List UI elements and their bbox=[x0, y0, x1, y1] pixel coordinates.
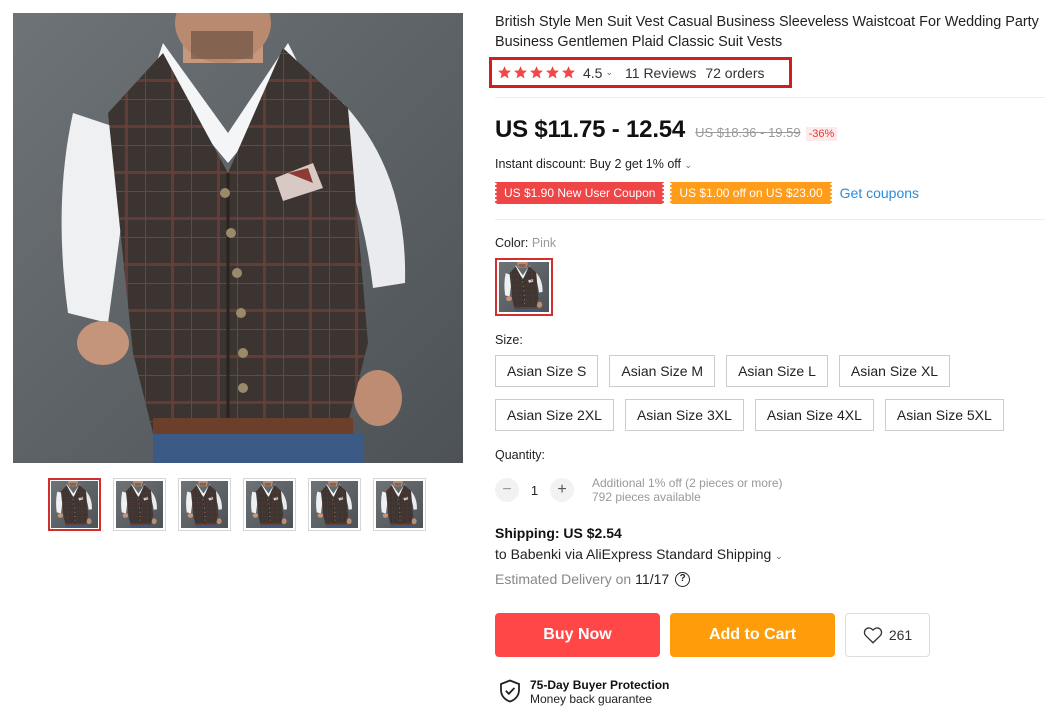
discount-badge: -36% bbox=[805, 127, 838, 141]
instant-discount-label: Instant discount: Buy 2 get 1% off bbox=[495, 157, 681, 171]
original-price: US $18.36 - 19.59 bbox=[695, 125, 801, 140]
estimated-delivery: Estimated Delivery on 11/17 ? bbox=[495, 571, 691, 587]
coupon-new-user[interactable]: US $1.90 New User Coupon bbox=[493, 182, 666, 204]
star-icon bbox=[529, 65, 544, 80]
reviews-link[interactable]: 11 Reviews bbox=[625, 65, 696, 81]
color-selected-value: Pink bbox=[531, 236, 557, 250]
thumbnail-5[interactable] bbox=[308, 478, 361, 531]
size-option-5xl[interactable]: Asian Size 5XL bbox=[884, 399, 1004, 431]
size-options-row-1: Asian Size S Asian Size M Asian Size L A… bbox=[495, 355, 951, 387]
delivery-date: 11/17 bbox=[635, 571, 670, 587]
thumbnail-6[interactable] bbox=[373, 478, 426, 531]
bulk-discount-note: Additional 1% off (2 pieces or more) bbox=[592, 476, 783, 490]
size-option-s[interactable]: Asian Size S bbox=[495, 355, 599, 387]
get-coupons-link[interactable]: Get coupons bbox=[840, 185, 919, 201]
quantity-label: Quantity: bbox=[495, 448, 546, 462]
buy-now-button[interactable]: Buy Now bbox=[495, 613, 660, 657]
price-block: US $11.75 - 12.54 US $18.36 - 19.59 -36% bbox=[495, 116, 838, 144]
chevron-down-icon: ⌄ bbox=[775, 551, 783, 561]
orders-count: 72 orders bbox=[705, 64, 765, 81]
protection-title: 75-Day Buyer Protection bbox=[530, 678, 670, 692]
size-options-row-2: Asian Size 2XL Asian Size 3XL Asian Size… bbox=[495, 399, 1004, 431]
protection-subtitle: Money back guarantee bbox=[530, 692, 653, 706]
stock-available: 792 pieces available bbox=[592, 490, 701, 504]
thumbnail-strip bbox=[48, 478, 426, 531]
shield-check-icon bbox=[500, 679, 520, 703]
buyer-protection: 75-Day Buyer Protection Money back guara… bbox=[499, 678, 669, 707]
heart-icon bbox=[863, 627, 883, 644]
color-label: Color: Pink bbox=[495, 236, 556, 250]
divider bbox=[495, 97, 1045, 98]
star-icon bbox=[545, 65, 560, 80]
quantity-note: Additional 1% off (2 pieces or more) 792… bbox=[592, 476, 783, 504]
shipping-method[interactable]: to Babenki via AliExpress Standard Shipp… bbox=[495, 546, 783, 562]
star-icon bbox=[513, 65, 528, 80]
quantity-increase-button[interactable]: + bbox=[550, 478, 574, 502]
thumbnail-4[interactable] bbox=[243, 478, 296, 531]
thumbnail-2[interactable] bbox=[113, 478, 166, 531]
divider bbox=[495, 219, 1045, 220]
rating-value[interactable]: 4.5 bbox=[583, 65, 602, 81]
quantity-decrease-button[interactable]: − bbox=[495, 478, 519, 502]
wishlist-button[interactable]: 261 bbox=[845, 613, 930, 657]
size-label: Size: bbox=[495, 333, 523, 347]
shipping-cost: Shipping: US $2.54 bbox=[495, 525, 622, 541]
product-title: British Style Men Suit Vest Casual Busin… bbox=[495, 14, 1039, 50]
shipping-method-label: to Babenki via AliExpress Standard Shipp… bbox=[495, 546, 772, 562]
wishlist-count: 261 bbox=[888, 627, 913, 643]
thumbnail-1[interactable] bbox=[48, 478, 101, 531]
color-label-text: Color: bbox=[495, 236, 529, 250]
coupon-row: US $1.90 New User Coupon US $1.00 off on… bbox=[493, 182, 919, 204]
product-main-image[interactable] bbox=[13, 13, 463, 463]
help-icon[interactable]: ? bbox=[675, 571, 691, 587]
add-to-cart-button[interactable]: Add to Cart bbox=[670, 613, 835, 657]
size-option-xl[interactable]: Asian Size XL bbox=[838, 355, 951, 387]
size-option-2xl[interactable]: Asian Size 2XL bbox=[495, 399, 614, 431]
rating-stars bbox=[497, 65, 576, 80]
quantity-stepper: − 1 + Additional 1% off (2 pieces or mor… bbox=[495, 476, 783, 504]
quantity-value[interactable]: 1 bbox=[519, 483, 550, 498]
delivery-label: Estimated Delivery on bbox=[495, 571, 632, 587]
instant-discount[interactable]: Instant discount: Buy 2 get 1% off ⌄ bbox=[495, 157, 692, 171]
star-icon bbox=[561, 65, 576, 80]
rating-summary: 4.5 ⌄ 11 Reviews 72 orders bbox=[489, 57, 792, 88]
chevron-down-icon[interactable]: ⌄ bbox=[605, 67, 613, 78]
size-option-l[interactable]: Asian Size L bbox=[726, 355, 828, 387]
size-option-4xl[interactable]: Asian Size 4XL bbox=[754, 399, 874, 431]
size-option-3xl[interactable]: Asian Size 3XL bbox=[624, 399, 744, 431]
star-icon bbox=[497, 65, 512, 80]
color-swatch-pink[interactable] bbox=[495, 258, 553, 316]
thumbnail-3[interactable] bbox=[178, 478, 231, 531]
chevron-down-icon: ⌄ bbox=[684, 160, 693, 170]
size-option-m[interactable]: Asian Size M bbox=[609, 355, 716, 387]
current-price: US $11.75 - 12.54 bbox=[495, 116, 686, 143]
coupon-store[interactable]: US $1.00 off on US $23.00 bbox=[669, 182, 833, 204]
